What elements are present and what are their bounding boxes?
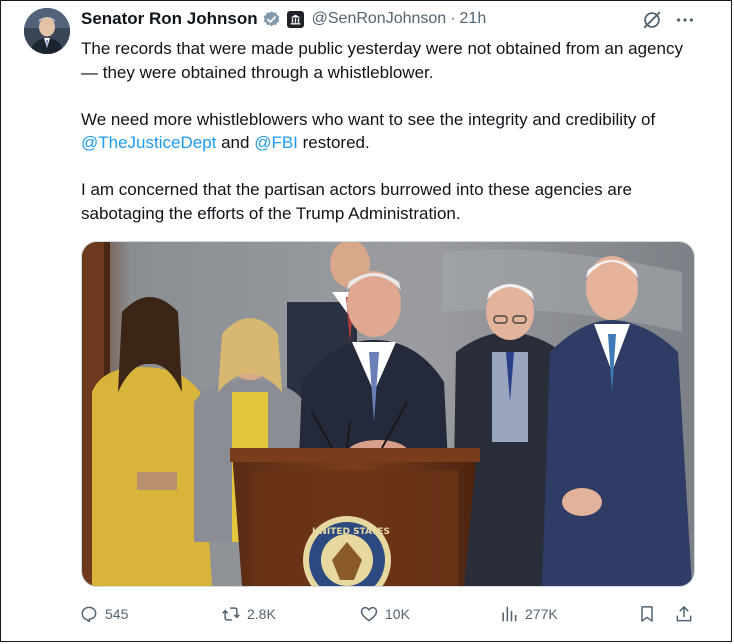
author-handle[interactable]: @SenRonJohnson (312, 10, 447, 28)
verified-badge-icon[interactable] (262, 10, 281, 29)
views-count: 277K (525, 606, 558, 622)
mention-fbi[interactable]: @FBI (254, 133, 298, 152)
reply-icon (81, 606, 97, 623)
share-icon (676, 606, 692, 622)
repost-button[interactable]: 2.8K (221, 601, 276, 627)
tweet-card: Senator Ron Johnson @SenRonJohnson · 21h (0, 0, 732, 642)
views-button[interactable]: 277K (499, 601, 558, 627)
share-button[interactable] (674, 601, 694, 627)
bookmark-button[interactable] (637, 601, 657, 627)
tweet-header: Senator Ron Johnson @SenRonJohnson · 21h (81, 8, 486, 30)
mention-justice-dept[interactable]: @TheJusticeDept (81, 133, 216, 152)
tweet-paragraph-3: I am concerned that the partisan actors … (81, 180, 632, 223)
repost-icon (222, 607, 240, 621)
paragraph-2-text-start: We need more whistleblowers who want to … (81, 109, 656, 129)
author-name[interactable]: Senator Ron Johnson (81, 9, 258, 29)
separator-dot: · (450, 10, 456, 27)
like-icon (360, 606, 378, 622)
grok-icon[interactable] (641, 9, 663, 31)
views-icon (502, 606, 517, 622)
paragraph-2-text-middle: and (216, 133, 255, 152)
timestamp[interactable]: 21h (460, 10, 487, 28)
avatar-image (24, 8, 70, 54)
paragraph-2-text-end: restored. (297, 133, 370, 152)
reply-count: 545 (105, 606, 129, 622)
tweet-actions: 545 2.8K 10K 277K (79, 601, 699, 627)
bookmark-icon (641, 606, 653, 622)
reply-button[interactable]: 545 (79, 601, 128, 627)
press-conference-photo: UNITED STATES (82, 242, 694, 586)
like-button[interactable]: 10K (359, 601, 410, 627)
tweet-paragraph-1: The records that were made public yester… (81, 39, 683, 82)
repost-count: 2.8K (247, 606, 276, 622)
more-options-icon[interactable] (674, 9, 696, 31)
tweet-media-photo[interactable]: UNITED STATES (81, 241, 695, 587)
tweet-paragraph-2: We need more whistleblowers who want to … (81, 108, 701, 155)
like-count: 10K (385, 606, 410, 622)
tweet-text: The records that were made public yester… (81, 37, 701, 249)
avatar[interactable] (24, 8, 70, 54)
seal-text: UNITED STATES (312, 527, 390, 537)
government-badge-icon[interactable] (286, 10, 304, 28)
